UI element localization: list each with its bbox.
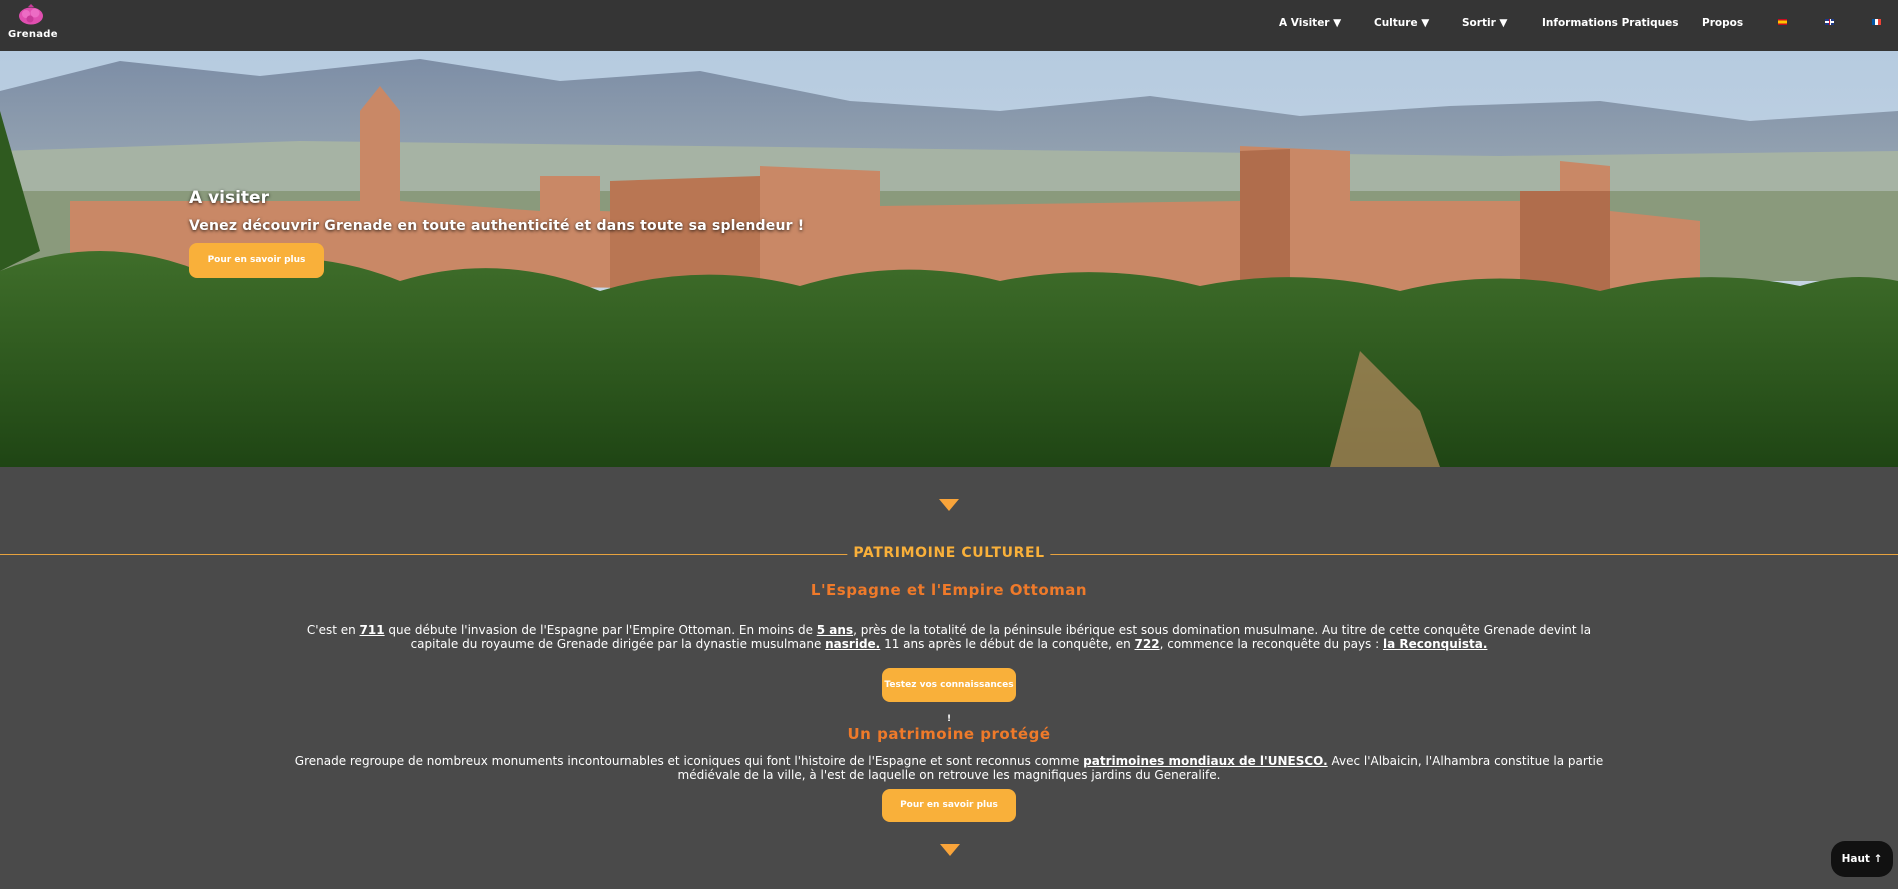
english-flag-icon[interactable]	[1825, 19, 1834, 25]
hero-learn-more-button[interactable]: Pour en savoir plus	[189, 243, 324, 278]
scroll-down-arrow-icon[interactable]	[940, 844, 960, 856]
nav-informations-pratiques[interactable]: Informations Pratiques	[1542, 17, 1679, 29]
scroll-down-arrow-icon[interactable]	[939, 499, 959, 511]
hero-subtitle: Venez découvrir Grenade en toute authent…	[189, 218, 805, 234]
heading-patrimoine-protege: Un patrimoine protégé	[847, 725, 1051, 743]
nav-propos[interactable]: Propos	[1702, 17, 1743, 29]
nav-a-visiter[interactable]: A Visiter ▼	[1279, 17, 1341, 29]
brand-name: Grenade	[8, 29, 58, 40]
pink-pomegranate-logo-icon	[19, 4, 43, 25]
paragraph-heritage: Grenade regroupe de nombreux monuments i…	[294, 754, 1604, 782]
link-5-ans[interactable]: 5 ans	[817, 623, 853, 637]
hero-title: A visiter	[189, 188, 269, 208]
top-navbar: Grenade A Visiter ▼ Culture ▼ Sortir ▼ I…	[0, 0, 1898, 51]
quiz-button[interactable]: Testez vos connaissances !	[882, 668, 1016, 724]
spanish-flag-icon[interactable]	[1778, 19, 1787, 25]
link-722[interactable]: 722	[1135, 637, 1160, 651]
hero-text-block: A visiter Venez découvrir Grenade en tou…	[189, 188, 804, 234]
nav-culture[interactable]: Culture ▼	[1374, 17, 1429, 29]
heritage-learn-more-button[interactable]: Pour en savoir plus	[882, 789, 1016, 822]
heading-espagne-empire-ottoman: L'Espagne et l'Empire Ottoman	[810, 581, 1088, 599]
paragraph-history: C'est en 711 que débute l'invasion de l'…	[306, 623, 1592, 651]
back-to-top-button[interactable]: Haut ↑	[1831, 841, 1893, 877]
french-flag-icon[interactable]	[1872, 19, 1881, 25]
link-unesco[interactable]: patrimoines mondiaux de l'UNESCO.	[1083, 754, 1328, 768]
section-title: PATRIMOINE CULTUREL	[847, 545, 1051, 561]
link-la-reconquista[interactable]: la Reconquista.	[1383, 637, 1487, 651]
link-nasride[interactable]: nasride.	[825, 637, 880, 651]
brand-home-link[interactable]: Grenade	[8, 3, 58, 40]
link-711[interactable]: 711	[360, 623, 385, 637]
nav-sortir[interactable]: Sortir ▼	[1462, 17, 1507, 29]
